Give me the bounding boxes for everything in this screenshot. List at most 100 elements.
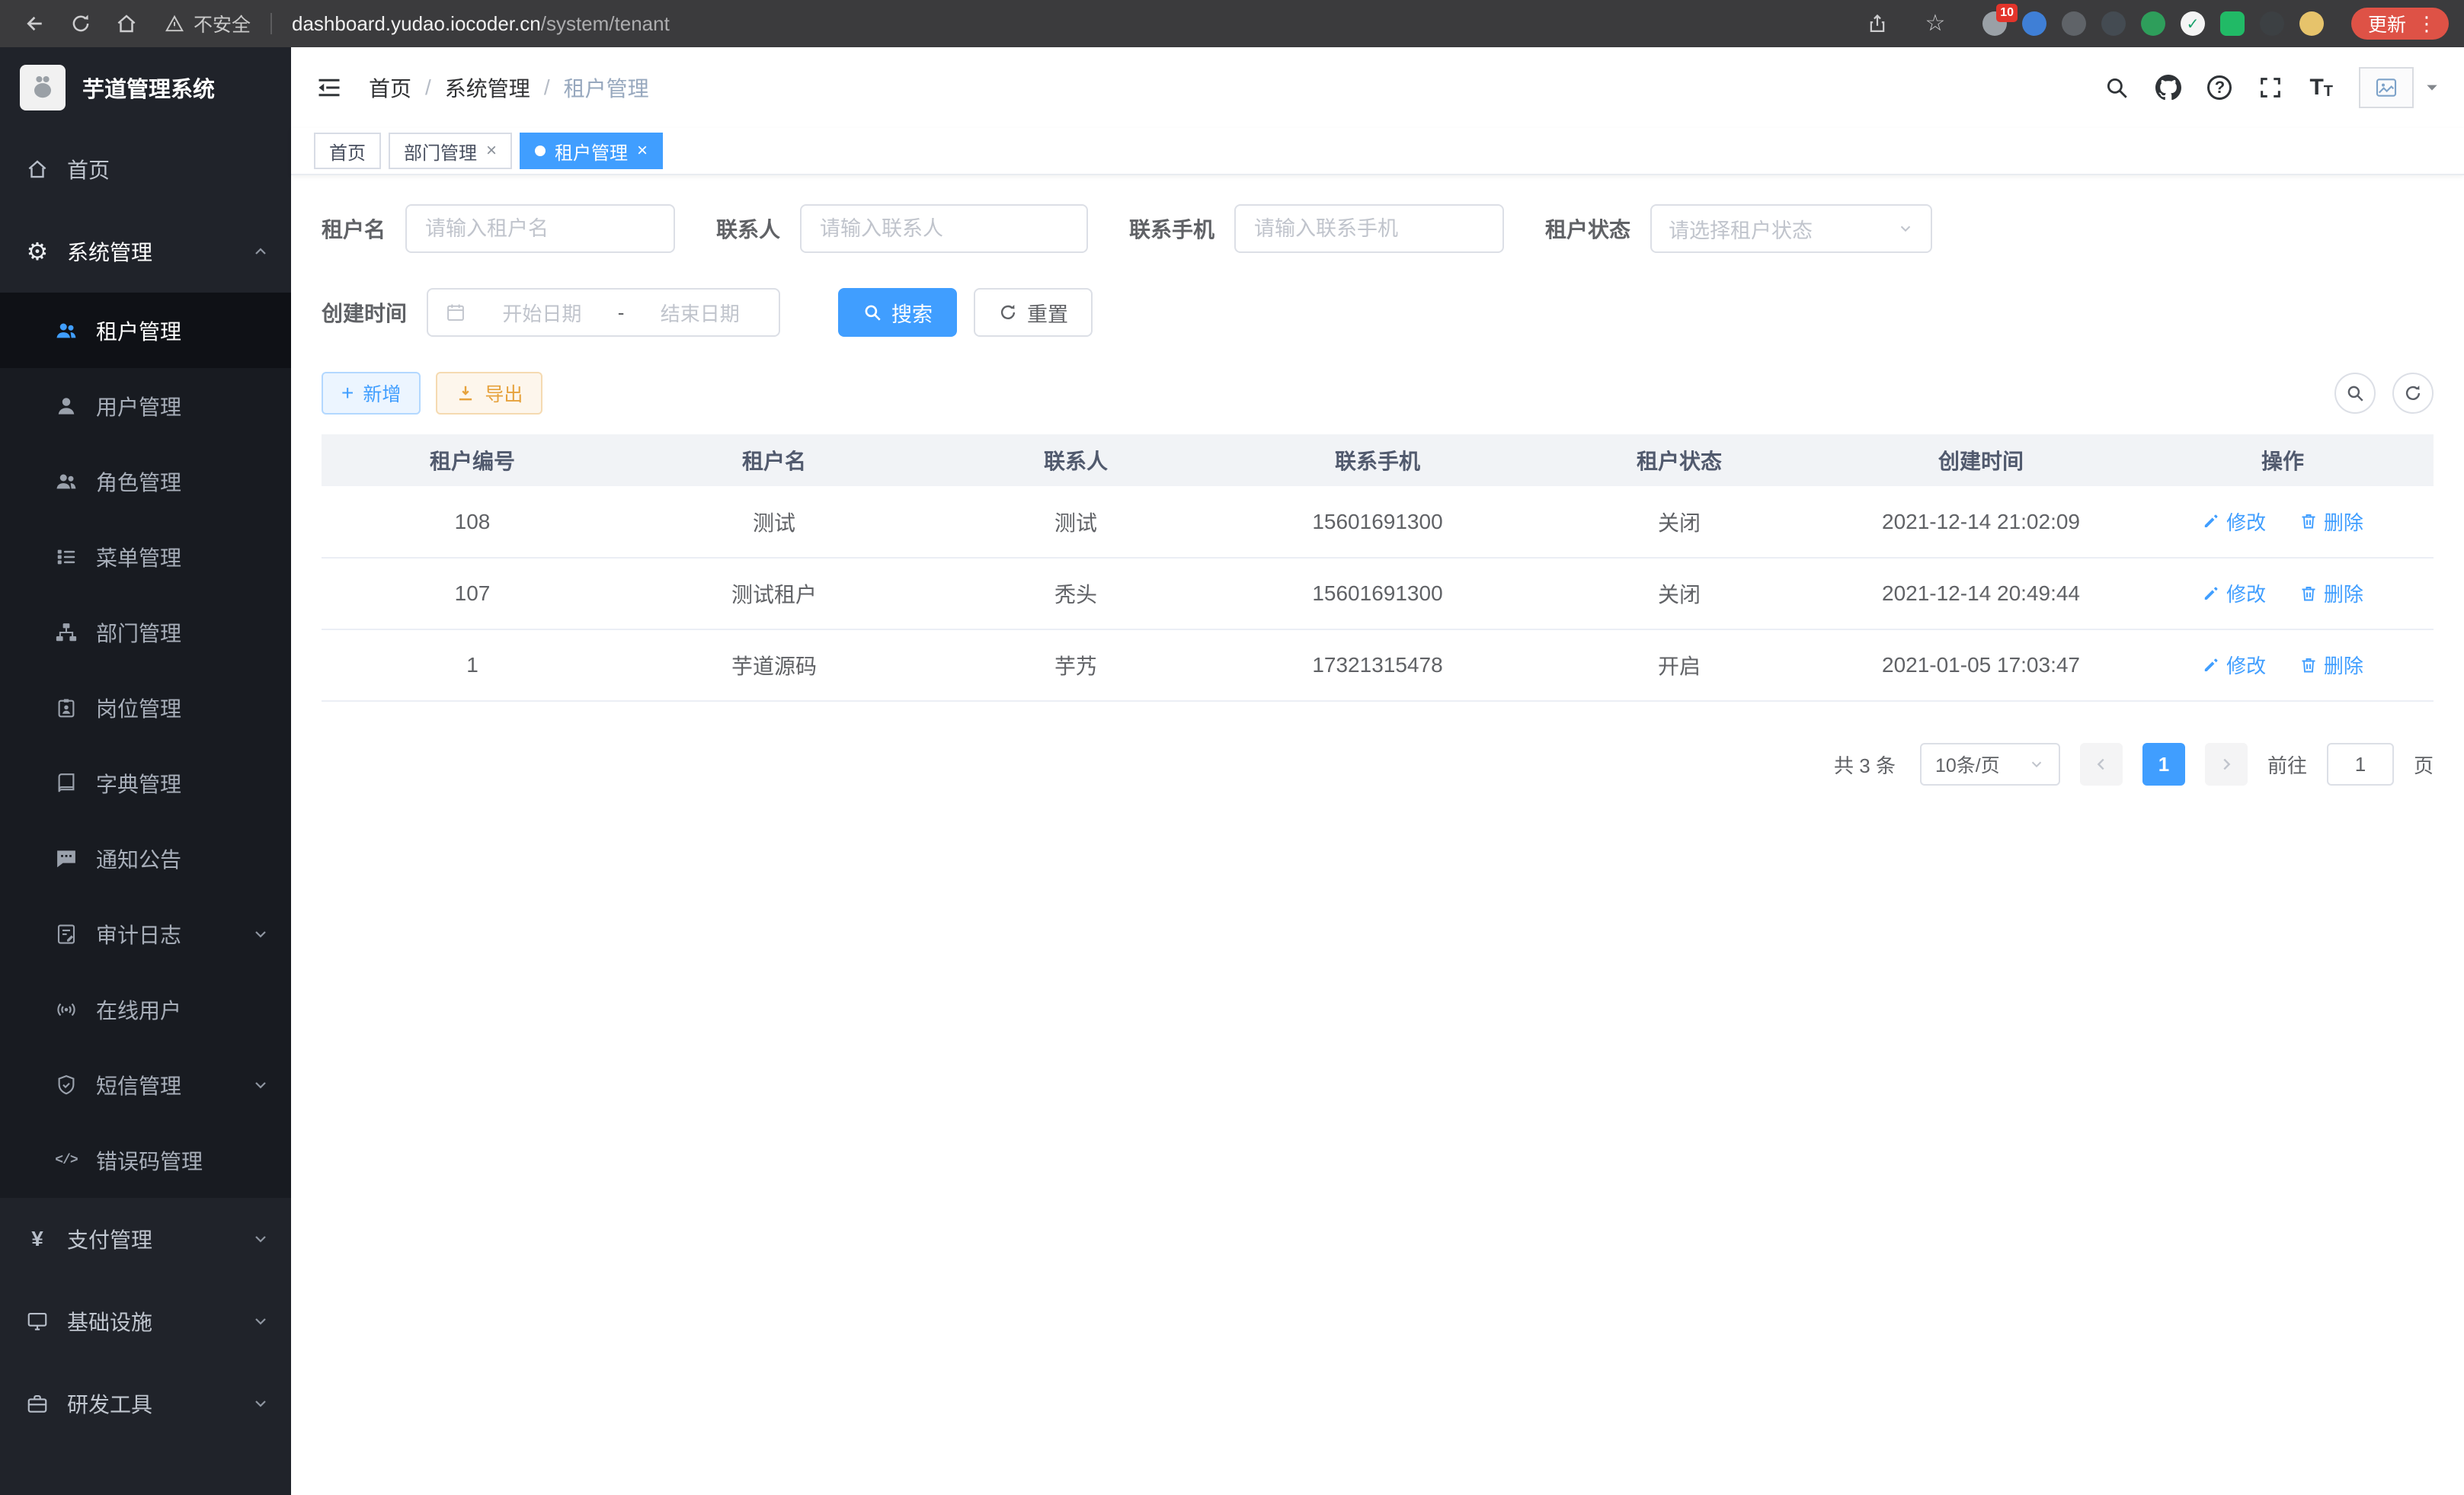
edit-link[interactable]: 修改 xyxy=(2202,579,2266,607)
sidebar-item-menu[interactable]: 菜单管理 xyxy=(0,519,291,594)
delete-link[interactable]: 删除 xyxy=(2299,507,2363,536)
table-tools xyxy=(2334,373,2434,414)
breadcrumb: 首页 / 系统管理 / 租户管理 xyxy=(369,72,649,103)
table-toolbar: + 新增 导出 xyxy=(322,372,2434,415)
tab-home[interactable]: 首页 xyxy=(314,133,381,169)
close-icon[interactable]: × xyxy=(637,142,648,160)
browser-home-button[interactable] xyxy=(107,5,146,42)
reset-button[interactable]: 重置 xyxy=(974,288,1093,337)
extension-icon-8[interactable] xyxy=(2260,11,2284,36)
sidebar-item-dict[interactable]: 字典管理 xyxy=(0,745,291,821)
search-icon[interactable] xyxy=(2104,75,2130,101)
sidebar-item-dev-tools[interactable]: 研发工具 xyxy=(0,1362,291,1445)
browser-reload-button[interactable] xyxy=(61,5,101,42)
user-avatar[interactable] xyxy=(2359,67,2440,108)
create-time-label: 创建时间 xyxy=(322,297,407,328)
help-icon[interactable]: ? xyxy=(2207,75,2232,100)
cell-id: 1 xyxy=(322,629,623,701)
prev-page-button[interactable] xyxy=(2080,743,2123,786)
page-size-select[interactable]: 10条/页 xyxy=(1920,743,2060,786)
sidebar-item-home[interactable]: 首页 xyxy=(0,128,291,210)
delete-link[interactable]: 删除 xyxy=(2299,579,2363,607)
col-created: 创建时间 xyxy=(1830,434,2132,486)
pagination-total: 共 3 条 xyxy=(1834,751,1896,779)
profile-avatar[interactable] xyxy=(2299,11,2324,36)
sidebar-item-payment[interactable]: ¥ 支付管理 xyxy=(0,1198,291,1280)
fullscreen-icon[interactable] xyxy=(2258,75,2283,101)
breadcrumb-system[interactable]: 系统管理 xyxy=(445,72,530,103)
font-size-icon[interactable]: TT xyxy=(2309,76,2333,99)
tab-dept[interactable]: 部门管理 × xyxy=(389,133,512,169)
sidebar-item-label: 通知公告 xyxy=(96,844,181,874)
sidebar-item-role[interactable]: 角色管理 xyxy=(0,443,291,519)
breadcrumb-home[interactable]: 首页 xyxy=(369,72,411,103)
sidebar-item-label: 基础设施 xyxy=(67,1306,152,1337)
date-range-picker[interactable]: 开始日期 - 结束日期 xyxy=(427,288,780,337)
calendar-icon xyxy=(445,302,466,323)
extension-icon-5[interactable] xyxy=(2141,11,2165,36)
extension-icon-3[interactable] xyxy=(2062,11,2086,36)
chevron-down-icon xyxy=(1897,220,1914,237)
app-logo-row[interactable]: 芋道管理系统 xyxy=(0,47,291,128)
sidebar-menu: 首页 ⚙ 系统管理 租户管理 用户管理 xyxy=(0,128,291,1445)
cell-created: 2021-01-05 17:03:47 xyxy=(1830,629,2132,701)
code-icon: </> xyxy=(53,1148,79,1173)
phone-input[interactable] xyxy=(1234,204,1504,253)
sidebar-item-post[interactable]: 岗位管理 xyxy=(0,670,291,745)
tab-tenant[interactable]: 租户管理 × xyxy=(520,133,663,169)
screen: 不安全 dashboard.yudao.iocoder.cn/system/te… xyxy=(0,0,2464,1495)
trash-icon xyxy=(2299,512,2318,530)
extension-icon-4[interactable] xyxy=(2101,11,2126,36)
sidebar-item-system[interactable]: ⚙ 系统管理 xyxy=(0,210,291,293)
extension-icon-2[interactable] xyxy=(2022,11,2046,36)
app-logo xyxy=(20,65,66,110)
col-tenant-id: 租户编号 xyxy=(322,434,623,486)
trash-icon xyxy=(2299,584,2318,603)
toggle-search-button[interactable] xyxy=(2334,373,2376,414)
close-icon[interactable]: × xyxy=(486,142,497,160)
app-title: 芋道管理系统 xyxy=(82,72,215,104)
sidebar: 芋道管理系统 首页 ⚙ 系统管理 租户管理 xyxy=(0,47,291,1495)
yen-icon: ¥ xyxy=(24,1226,50,1252)
extension-icon-1[interactable]: 10 xyxy=(1982,11,2007,36)
export-button[interactable]: 导出 xyxy=(436,372,542,415)
sidebar-item-label: 菜单管理 xyxy=(96,542,181,572)
sidebar-item-audit-log[interactable]: 审计日志 xyxy=(0,896,291,972)
browser-menu-icon[interactable]: ⋮ xyxy=(2417,14,2437,34)
next-page-button[interactable] xyxy=(2205,743,2248,786)
sidebar-item-label: 角色管理 xyxy=(96,466,181,497)
sidebar-item-infra[interactable]: 基础设施 xyxy=(0,1280,291,1362)
sidebar-item-online-users[interactable]: 在线用户 xyxy=(0,972,291,1047)
sidebar-toggle-icon[interactable] xyxy=(312,71,346,104)
sidebar-item-user[interactable]: 用户管理 xyxy=(0,368,291,443)
delete-link[interactable]: 删除 xyxy=(2299,651,2363,679)
toolbox-icon xyxy=(24,1391,50,1417)
sidebar-item-dept[interactable]: 部门管理 xyxy=(0,594,291,670)
active-dot xyxy=(535,146,546,156)
extension-icon-7[interactable] xyxy=(2220,11,2245,36)
security-indicator[interactable]: 不安全 xyxy=(165,10,251,37)
search-button[interactable]: 搜索 xyxy=(838,288,957,337)
refresh-button[interactable] xyxy=(2392,373,2434,414)
share-icon[interactable] xyxy=(1858,5,1897,42)
edit-link[interactable]: 修改 xyxy=(2202,651,2266,679)
goto-page-input[interactable] xyxy=(2327,743,2394,786)
chevron-down-icon xyxy=(251,1312,270,1330)
browser-update-button[interactable]: 更新 ⋮ xyxy=(2351,8,2449,40)
github-icon[interactable] xyxy=(2155,75,2181,101)
status-select[interactable]: 请选择租户状态 xyxy=(1650,204,1932,253)
sidebar-item-tenant[interactable]: 租户管理 xyxy=(0,293,291,368)
cell-created: 2021-12-14 21:02:09 xyxy=(1830,486,2132,558)
address-bar[interactable]: dashboard.yudao.iocoder.cn/system/tenant xyxy=(292,12,670,36)
contact-input[interactable] xyxy=(800,204,1088,253)
page-number-1[interactable]: 1 xyxy=(2142,743,2185,786)
browser-back-button[interactable] xyxy=(15,5,55,42)
extension-icon-6[interactable]: ✓ xyxy=(2181,11,2205,36)
tenant-name-input[interactable] xyxy=(405,204,675,253)
sidebar-item-notice[interactable]: 通知公告 xyxy=(0,821,291,896)
bookmark-star-icon[interactable]: ☆ xyxy=(1915,5,1955,42)
sidebar-item-error-code[interactable]: </> 错误码管理 xyxy=(0,1122,291,1198)
edit-link[interactable]: 修改 xyxy=(2202,507,2266,536)
sidebar-item-sms[interactable]: 短信管理 xyxy=(0,1047,291,1122)
add-button[interactable]: + 新增 xyxy=(322,372,421,415)
